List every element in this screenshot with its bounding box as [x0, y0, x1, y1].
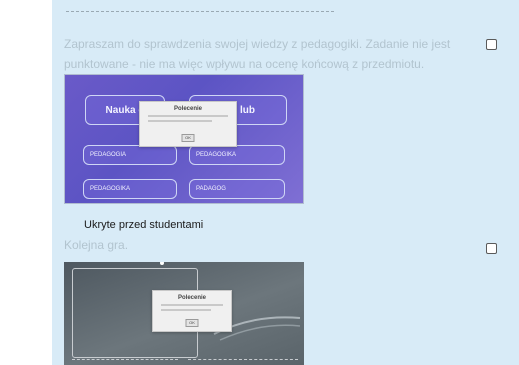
- tile-label: PEDAGOGIA: [90, 152, 127, 158]
- game-thumbnail-image[interactable]: Nauka o zej, lub PEDAGOGIA PEDAGOGIKA PE…: [64, 74, 304, 204]
- popup-text-line: [161, 309, 211, 311]
- popup-text-line: [148, 120, 212, 122]
- activity-description: Zapraszam do sprawdzenia swojej wiedzy z…: [64, 37, 451, 71]
- completion-checkbox[interactable]: [486, 243, 497, 254]
- completion-checkbox[interactable]: [486, 39, 497, 50]
- activity-title-link[interactable]: Kolejna gra.: [64, 238, 128, 252]
- thumbnail-tile-1: PEDAGOGIA: [83, 145, 177, 165]
- popup-ok-button: OK: [185, 319, 199, 327]
- thumbnail-popup: Polecenie OK: [139, 101, 237, 147]
- thumbnail-popup: Polecenie OK: [152, 290, 232, 332]
- tile-label: PEDAGOGIKA: [196, 152, 237, 158]
- thumbnail-tile-2: PEDAGOGIKA: [189, 145, 285, 165]
- popup-title: Polecenie: [173, 106, 202, 112]
- tile-label: PEDAGOGIKA: [90, 186, 131, 192]
- popup-title: Polecenie: [177, 295, 206, 301]
- thumbnail-dashed-line: [188, 359, 298, 360]
- thumbnail-tile-3: PEDAGOGIKA: [83, 179, 177, 199]
- thumbnail-dashed-line: [72, 359, 178, 360]
- popup-text-line: [161, 304, 223, 306]
- popup-ok-button: OK: [181, 134, 195, 142]
- popup-text-line: [148, 115, 228, 117]
- tile-label: PADAGOG: [196, 186, 226, 192]
- hidden-from-students-label: Ukryte przed studentami: [84, 219, 204, 231]
- section-divider: [66, 11, 334, 12]
- game-thumbnail-image[interactable]: Polecenie OK: [64, 262, 304, 365]
- thumbnail-tile-4: PADAGOG: [189, 179, 285, 199]
